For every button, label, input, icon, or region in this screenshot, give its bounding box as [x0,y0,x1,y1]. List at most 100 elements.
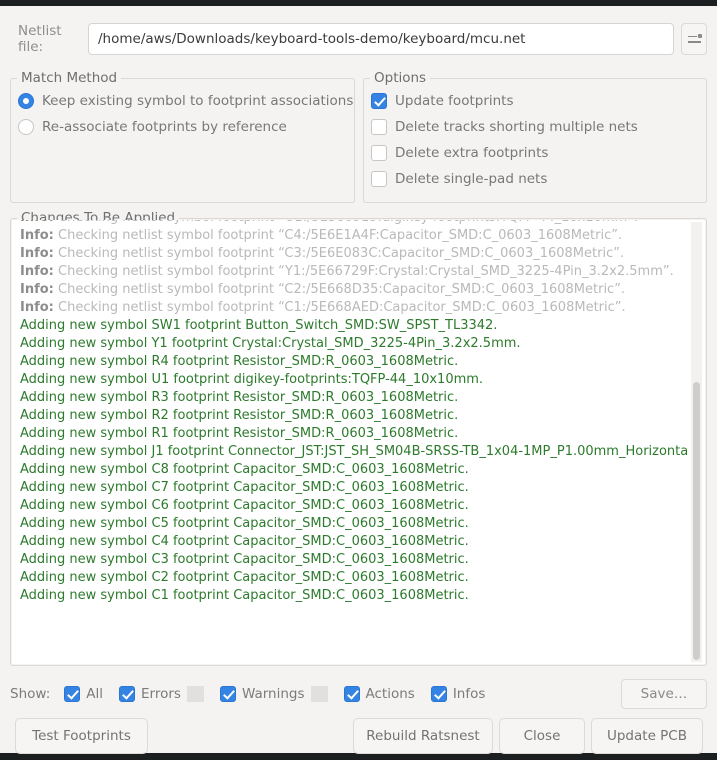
checkbox-update-footprints[interactable]: Update footprints [364,88,706,114]
log-line: Adding new symbol C8 footprint Capacitor… [20,461,688,479]
log-line-text: Adding new symbol C8 footprint Capacitor… [20,462,469,477]
log-line: Info: Checking netlist symbol footprint … [20,220,688,227]
update-pcb-from-schematic-dialog: Netlist file: /home/aws/Downloads/keyboa… [0,6,717,754]
log-line-text: Adding new symbol SW1 footprint Button_S… [20,318,498,333]
log-line: Adding new symbol SW1 footprint Button_S… [20,317,688,335]
checkbox-icon-checked[interactable] [64,686,81,702]
log-line-prefix: Info: [20,264,54,279]
icon-line-top [687,34,702,37]
checkbox-delete-extra-footprints[interactable]: Delete extra footprints [364,140,706,166]
show-filter-all[interactable]: All [64,686,103,702]
netlist-file-row: Netlist file: /home/aws/Downloads/keyboa… [0,18,717,60]
log-line-text: Checking netlist symbol footprint “U1:/5… [58,220,638,225]
checkbox-icon-checked[interactable] [430,686,447,702]
log-line: Info: Checking netlist symbol footprint … [20,281,688,299]
radio-icon-selected[interactable] [18,93,34,109]
radio-keep-existing[interactable]: Keep existing symbol to footprint associ… [11,88,354,114]
show-filter-warnings[interactable]: Warnings [219,686,305,702]
test-footprints-button[interactable]: Test Footprints [15,718,148,754]
netlist-file-input[interactable]: /home/aws/Downloads/keyboard-tools-demo/… [88,23,674,55]
log-line: Adding new symbol C2 footprint Capacitor… [20,569,688,587]
dialog-button-row: Test Footprints Rebuild Ratsnest Close U… [0,718,717,760]
checkbox-delete-single-pad-nets[interactable]: Delete single-pad nets [364,166,706,192]
radio-reassociate-label: Re-associate footprints by reference [42,119,287,135]
log-scrollbar-thumb[interactable] [693,382,700,660]
radio-keep-existing-label: Keep existing symbol to footprint associ… [42,93,354,109]
log-line-prefix: Info: [20,282,54,297]
log-line: Adding new symbol C1 footprint Capacitor… [20,587,688,605]
show-filter-errors[interactable]: Errors [119,686,181,702]
filter-checkbox-host: All Errors Warnings Actions Infos [64,686,501,702]
show-filter-label: Warnings [241,686,305,702]
log-line: Info: Checking netlist symbol footprint … [20,299,688,317]
log-line-text: Checking netlist symbol footprint “C2:/5… [58,282,626,297]
show-filter-row: Show: All Errors Warnings Actions Infos Save… [10,678,707,710]
save-button[interactable]: Save… [621,679,707,709]
checkbox-icon-checked[interactable] [219,686,236,702]
checkbox-delete-tracks[interactable]: Delete tracks shorting multiple nets [364,114,706,140]
checkbox-delete-single-pad-nets-label: Delete single-pad nets [395,171,548,187]
log-line-prefix: Info: [20,246,54,261]
checkbox-icon-checked[interactable] [371,93,387,109]
log-line: Adding new symbol R1 footprint Resistor_… [20,425,688,443]
netlist-file-label: Netlist file: [18,23,62,55]
log-line-prefix: Info: [20,300,54,315]
filter-count-badge [186,686,204,702]
log-line-text: Checking netlist symbol footprint “C3:/5… [58,246,625,261]
log-line: Adding new symbol R2 footprint Resistor_… [20,407,688,425]
log-line-text: Adding new symbol R3 footprint Resistor_… [20,390,459,405]
log-line-prefix: Info: [20,220,54,225]
log-line-text: Adding new symbol C1 footprint Capacitor… [20,588,469,603]
show-filter-actions[interactable]: Actions [343,686,415,702]
log-line-prefix: Info: [20,228,54,243]
log-line: Adding new symbol U1 footprint digikey-f… [20,371,688,389]
log-line: Adding new symbol R3 footprint Resistor_… [20,389,688,407]
show-filter-label: Infos [452,686,486,702]
show-filter-infos[interactable]: Infos [430,686,486,702]
match-method-legend: Match Method [17,70,122,86]
match-method-options: Keep existing symbol to footprint associ… [11,79,354,140]
log-line-text: Adding new symbol C6 footprint Capacitor… [20,498,469,513]
rebuild-ratsnest-button[interactable]: Rebuild Ratsnest [353,718,493,754]
options-legend: Options [370,70,431,86]
log-line-text: Adding new symbol C2 footprint Capacitor… [20,570,469,585]
log-line-text: Checking netlist symbol footprint “Y1:/5… [58,264,674,279]
log-line: Info: Checking netlist symbol footprint … [20,263,688,281]
log-line-text: Adding new symbol C3 footprint Capacitor… [20,552,469,567]
changes-log-lines: Info: Checking netlist symbol footprint … [12,220,688,605]
checkbox-icon-checked[interactable] [343,686,360,702]
log-line: Info: Checking netlist symbol footprint … [20,227,688,245]
log-line-text: Checking netlist symbol footprint “C4:/5… [58,228,623,243]
checkbox-icon-unchecked[interactable] [371,145,387,161]
radio-icon-unselected[interactable] [18,119,34,135]
checkbox-update-footprints-label: Update footprints [395,93,514,109]
log-line: Adding new symbol C3 footprint Capacitor… [20,551,688,569]
checkbox-delete-extra-footprints-label: Delete extra footprints [395,145,549,161]
log-line-text: Adding new symbol Y1 footprint Crystal:C… [20,336,521,351]
update-pcb-button[interactable]: Update PCB [591,718,703,754]
filter-count-badge [310,686,328,702]
log-line-text: Adding new symbol C5 footprint Capacitor… [20,516,469,531]
log-line-text: Adding new symbol U1 footprint digikey-f… [20,372,484,387]
checkbox-icon-unchecked[interactable] [371,171,387,187]
checkbox-icon-unchecked[interactable] [371,119,387,135]
checkbox-icon-checked[interactable] [119,686,135,702]
options-group: Options Update footprints Delete tracks … [363,70,707,203]
log-line: Adding new symbol C5 footprint Capacitor… [20,515,688,533]
log-line-text: Adding new symbol C4 footprint Capacitor… [20,534,469,549]
log-line-text: Adding new symbol C7 footprint Capacitor… [20,480,469,495]
radio-reassociate[interactable]: Re-associate footprints by reference [11,114,354,140]
log-line-text: Adding new symbol R4 footprint Resistor_… [20,354,459,369]
log-line-text: Adding new symbol R2 footprint Resistor_… [20,408,459,423]
options-list: Update footprints Delete tracks shorting… [364,79,706,192]
show-filter-label: Errors [141,686,181,702]
changes-log[interactable]: Info: Checking netlist symbol footprint … [12,220,705,664]
show-label: Show: [10,686,51,702]
log-line: Adding new symbol C7 footprint Capacitor… [20,479,688,497]
changes-group: Changes To Be Applied Info: Checking net… [10,210,707,666]
icon-line-bottom [687,41,701,43]
list-options-icon[interactable] [681,23,707,55]
close-button[interactable]: Close [499,718,585,754]
log-scrollbar[interactable] [691,222,702,662]
log-line: Info: Checking netlist symbol footprint … [20,245,688,263]
